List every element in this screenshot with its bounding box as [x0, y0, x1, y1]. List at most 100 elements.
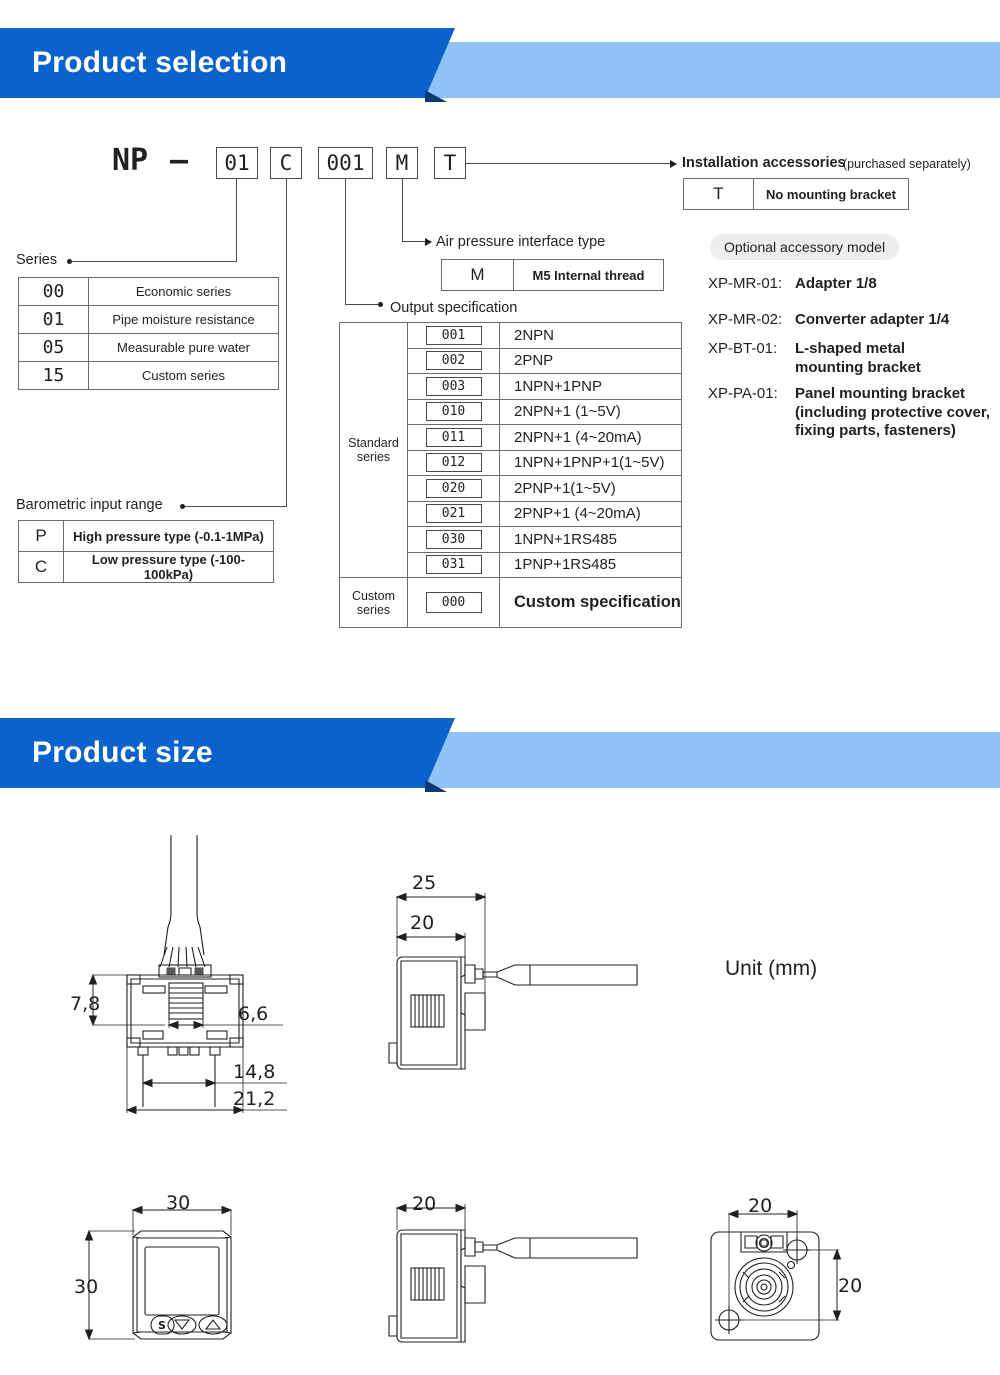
series-code-3: 15 — [18, 361, 89, 390]
connector-series-dot — [67, 259, 72, 264]
code-box-air-interface[interactable]: M — [386, 147, 418, 179]
dim-20-upper: 20 — [410, 912, 435, 934]
dim-7-8: 7,8 — [70, 993, 101, 1015]
dim-21-2: 21,2 — [233, 1088, 276, 1110]
output-code-box-0: 001 — [425, 325, 482, 345]
model-dash: – — [170, 143, 189, 178]
table-row: M M5 Internal thread — [441, 259, 664, 291]
dim-20-bottom-width: 20 — [748, 1195, 773, 1217]
install-code-0: T — [683, 178, 754, 210]
output-code-box-2: 003 — [425, 376, 482, 396]
dim-14-8: 14,8 — [233, 1061, 276, 1083]
series-code-2: 05 — [18, 333, 89, 362]
accessory-desc-2: L-shaped metal mounting bracket — [795, 340, 921, 376]
output-desc-3: 2NPN+1 (1~5V) — [499, 398, 682, 425]
series-desc-1: Pipe moisture resistance — [88, 305, 279, 334]
connector-series-vertical — [236, 179, 238, 262]
output-code-box-9: 031 — [425, 555, 482, 575]
table-row: 15 Custom series — [18, 361, 279, 390]
output-desc-6: 2PNP+1(1~5V) — [499, 475, 682, 502]
model-prefix: NP — [112, 143, 149, 178]
series-code-0: 00 — [18, 277, 89, 306]
button-glyph-s: S — [158, 1319, 166, 1332]
code-box-installation[interactable]: T — [434, 147, 466, 179]
connector-baro-dot — [180, 504, 185, 509]
drawing-top-view-with-cable — [88, 835, 287, 1115]
table-row: Custom series 000 Custom specification — [339, 577, 682, 628]
datasheet-page: Product selection NP – 01 C 001 M T Seri… — [0, 0, 1000, 1375]
drawing-side-view-probe-lower — [388, 1203, 638, 1343]
group-standard-line2: series — [356, 450, 391, 464]
air-code-0: M — [441, 259, 514, 291]
output-desc-0: 2NPN — [499, 322, 682, 349]
connector-air-vertical — [402, 179, 404, 242]
installation-note: (purchased separately) — [843, 157, 971, 171]
accessory-code-0: XP-MR-01: — [708, 275, 783, 292]
output-code-box-3: 010 — [425, 402, 482, 422]
barometric-label: Barometric input range — [16, 497, 163, 513]
output-code-4: 011 — [407, 424, 500, 451]
output-code-8: 030 — [407, 526, 500, 553]
output-desc-4: 2NPN+1 (4~20mA) — [499, 424, 682, 451]
air-desc-0: M5 Internal thread — [513, 259, 664, 291]
output-desc-5: 1NPN+1PNP+1(1~5V) — [499, 449, 682, 476]
connector-output-dot — [378, 302, 383, 307]
series-desc-3: Custom series — [88, 361, 279, 390]
page-title-product-selection: Product selection — [32, 46, 288, 79]
table-row: 00 Economic series — [18, 277, 279, 306]
output-code-3: 010 — [407, 398, 500, 425]
output-desc-2: 1NPN+1PNP — [499, 373, 682, 400]
connector-air-horizontal — [402, 241, 427, 243]
air-pressure-table: M M5 Internal thread — [441, 259, 664, 291]
barometric-table: P High pressure type (-0.1-1MPa) C Low p… — [18, 520, 274, 583]
drawing-bottom-view-port — [710, 1209, 842, 1341]
accessory-desc-1: Converter adapter 1/4 — [795, 311, 950, 328]
output-spec-table: Standard series 001 2NPN 002 2PNP 003 1N… — [339, 322, 682, 628]
output-desc-custom-0: Custom specification — [499, 577, 682, 628]
accessory-desc-0: Adapter 1/8 — [795, 275, 877, 292]
install-desc-0: No mounting bracket — [753, 178, 909, 210]
drawing-side-view-probe-upper — [388, 892, 638, 1070]
connector-baro-horizontal — [183, 506, 287, 508]
table-row: P High pressure type (-0.1-1MPa) — [18, 520, 274, 552]
output-code-box-5: 012 — [425, 453, 482, 473]
output-desc-9: 1PNP+1RS485 — [499, 551, 682, 578]
connector-series-horizontal — [70, 261, 237, 263]
dim-20-lower: 20 — [412, 1193, 437, 1215]
baro-code-0: P — [18, 520, 64, 552]
connector-install-arrow — [670, 160, 677, 168]
series-desc-0: Economic series — [88, 277, 279, 306]
table-row: T No mounting bracket — [683, 178, 909, 210]
output-code-0: 001 — [407, 322, 500, 349]
output-group-custom: Custom series — [339, 577, 408, 628]
output-code-box-8: 030 — [425, 529, 482, 549]
output-code-box-6: 020 — [425, 478, 482, 498]
section-banner-product-size: Product size — [0, 718, 1000, 792]
baro-code-1: C — [18, 551, 64, 583]
table-row: Standard series 001 2NPN — [339, 322, 682, 578]
unit-label: Unit (mm) — [725, 957, 818, 980]
connector-output-horizontal — [345, 304, 378, 306]
baro-desc-1: Low pressure type (-100-100kPa) — [63, 551, 274, 583]
connector-air-arrow — [425, 238, 432, 246]
output-code-box-1: 002 — [425, 351, 482, 371]
connector-install-horizontal — [466, 163, 672, 165]
output-code-box-4: 011 — [425, 427, 482, 447]
output-code-custom-0: 000 — [407, 577, 500, 628]
output-desc-7: 2PNP+1 (4~20mA) — [499, 500, 682, 527]
dim-6-6: 6,6 — [238, 1003, 269, 1025]
optional-accessory-title: Optional accessory model — [710, 234, 900, 260]
code-box-barometric[interactable]: C — [270, 147, 302, 179]
code-box-output[interactable]: 001 — [318, 147, 373, 179]
accessory-code-3: XP-PA-01: — [708, 385, 778, 402]
group-standard-line1: Standard — [348, 436, 399, 450]
series-code-1: 01 — [18, 305, 89, 334]
connector-output-vertical — [345, 179, 347, 305]
air-pressure-label: Air pressure interface type — [436, 234, 606, 250]
accessory-code-2: XP-BT-01: — [708, 340, 778, 357]
table-row: 05 Measurable pure water — [18, 333, 279, 362]
series-desc-2: Measurable pure water — [88, 333, 279, 362]
code-box-series[interactable]: 01 — [216, 147, 258, 179]
output-code-5: 012 — [407, 449, 500, 476]
installation-label: Installation accessories — [682, 155, 846, 171]
